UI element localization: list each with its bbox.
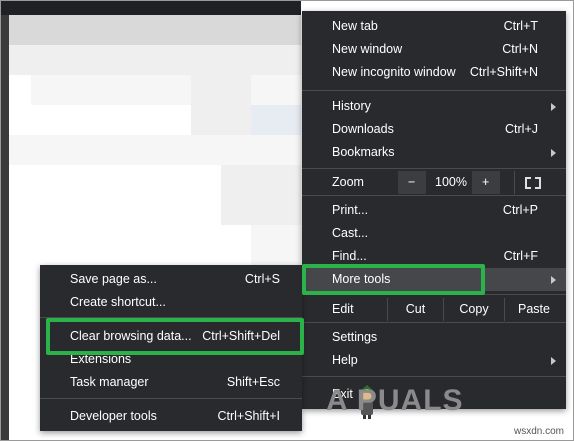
menu-item-shortcut: Ctrl+P: [502, 203, 538, 217]
zoom-in-icon: +: [482, 175, 490, 189]
menu-item-label: Task manager: [70, 375, 149, 389]
zoom-in-button[interactable]: +: [472, 171, 500, 194]
paste-button[interactable]: Paste: [505, 298, 563, 321]
menu-item-print[interactable]: Print... Ctrl+P: [302, 199, 566, 222]
menu-item-label: Clear browsing data...: [70, 329, 192, 343]
menu-item-help[interactable]: Help: [302, 349, 566, 372]
menu-item-label: Print...: [332, 203, 369, 217]
zoom-out-icon: −: [408, 175, 416, 189]
menu-item-bookmarks[interactable]: Bookmarks: [302, 141, 566, 164]
menu-item-find[interactable]: Find... Ctrl+F: [302, 245, 566, 268]
menu-item-create-shortcut[interactable]: Create shortcut...: [40, 291, 302, 314]
menu-item-label: Edit: [332, 302, 354, 316]
menu-item-save-page-as[interactable]: Save page as... Ctrl+S: [40, 268, 302, 291]
menu-item-history[interactable]: History: [302, 95, 566, 118]
menu-separator: [302, 294, 566, 295]
menu-item-label: Help: [332, 353, 358, 367]
menu-item-downloads[interactable]: Downloads Ctrl+J: [302, 118, 566, 141]
menu-item-shortcut: Ctrl+N: [502, 42, 538, 56]
submenu-arrow-icon: [551, 103, 556, 111]
menu-item-new-window[interactable]: New window Ctrl+N: [302, 38, 566, 61]
menu-item-shortcut: Ctrl+Shift+N: [469, 65, 538, 79]
menu-item-label: Find...: [332, 249, 367, 263]
watermark-site: wsxdn.com: [514, 426, 565, 437]
menu-item-zoom: Zoom − 100% +: [302, 171, 566, 194]
menu-item-cast[interactable]: Cast...: [302, 222, 566, 245]
menu-separator: [302, 168, 566, 169]
menu-item-settings[interactable]: Settings: [302, 326, 566, 349]
menu-separator: [40, 398, 302, 399]
menu-item-label: Extensions: [70, 352, 132, 366]
menu-item-label: Cast...: [332, 226, 369, 240]
zoom-out-button[interactable]: −: [398, 171, 426, 194]
more-tools-submenu: Save page as... Ctrl+S Create shortcut..…: [40, 265, 302, 431]
submenu-arrow-icon: [551, 149, 556, 157]
menu-item-label: More tools: [332, 272, 391, 286]
menu-item-extensions[interactable]: Extensions: [40, 348, 302, 371]
menu-item-edit: Edit Cut Copy Paste: [302, 298, 566, 321]
blurred-toolbar: [9, 15, 301, 45]
menu-separator: [302, 322, 566, 323]
menu-item-clear-browsing-data[interactable]: Clear browsing data... Ctrl+Shift+Del: [40, 325, 302, 348]
fullscreen-icon[interactable]: [525, 177, 541, 189]
menu-separator: [302, 376, 566, 377]
menu-item-label: New window: [332, 42, 403, 56]
menu-item-shortcut: Ctrl+T: [503, 19, 538, 33]
zoom-divider: [514, 171, 515, 194]
menu-item-developer-tools[interactable]: Developer tools Ctrl+Shift+I: [40, 405, 302, 428]
menu-item-shortcut: Ctrl+Shift+Del: [202, 329, 280, 343]
submenu-arrow-icon: [551, 276, 556, 284]
menu-item-shortcut: Ctrl+J: [505, 122, 538, 136]
menu-item-label: Save page as...: [70, 272, 157, 286]
menu-separator: [40, 317, 302, 318]
menu-item-shortcut: Ctrl+Shift+I: [217, 409, 280, 423]
menu-separator: [302, 90, 566, 91]
menu-item-label: History: [332, 99, 371, 113]
menu-item-label: Settings: [332, 330, 378, 344]
menu-item-label: New incognito window: [332, 65, 456, 79]
menu-item-label: New tab: [332, 19, 378, 33]
menu-item-label: Zoom: [332, 175, 364, 189]
menu-item-new-incognito-window[interactable]: New incognito window Ctrl+Shift+N: [302, 61, 566, 84]
cut-button[interactable]: Cut: [388, 298, 443, 321]
cut-label: Cut: [405, 302, 426, 316]
menu-item-label: Bookmarks: [332, 145, 395, 159]
menu-item-shortcut: Shift+Esc: [226, 375, 280, 389]
menu-item-new-tab[interactable]: New tab Ctrl+T: [302, 15, 566, 38]
copy-label: Copy: [459, 302, 489, 316]
menu-item-label: Create shortcut...: [70, 295, 166, 309]
paste-label: Paste: [518, 302, 550, 316]
submenu-arrow-icon: [551, 357, 556, 365]
zoom-level: 100%: [435, 175, 467, 189]
menu-item-label: Developer tools: [70, 409, 157, 423]
browser-top-bar: [1, 1, 301, 15]
page-left-edge: [1, 15, 9, 440]
menu-item-task-manager[interactable]: Task manager Shift+Esc: [40, 371, 302, 394]
menu-item-label: Downloads: [332, 122, 394, 136]
menu-item-more-tools[interactable]: More tools: [302, 268, 566, 291]
copy-button[interactable]: Copy: [444, 298, 504, 321]
chrome-main-menu: New tab Ctrl+T New window Ctrl+N New inc…: [302, 11, 566, 409]
menu-item-shortcut: Ctrl+S: [244, 272, 280, 286]
menu-separator: [302, 195, 566, 196]
menu-item-shortcut: Ctrl+F: [503, 249, 538, 263]
watermark-brand: A PUALS: [326, 384, 464, 417]
